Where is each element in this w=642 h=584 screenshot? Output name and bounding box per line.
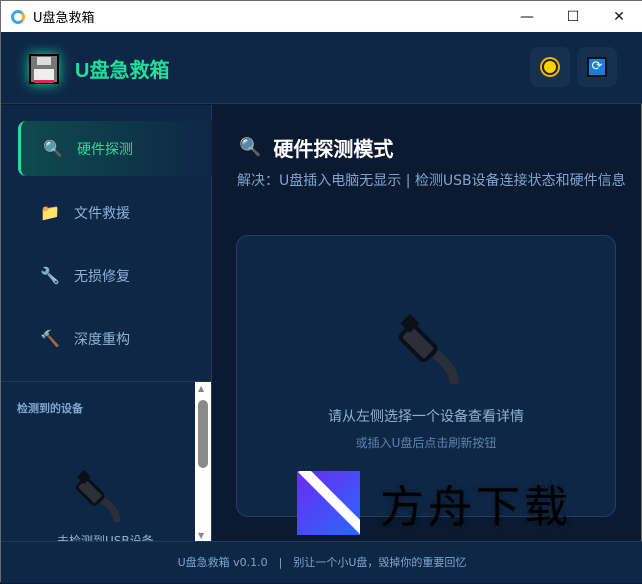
folder-icon: 📁	[40, 203, 60, 222]
sidebar-item-file-rescue[interactable]: 📁 文件救援	[18, 185, 212, 240]
theme-toggle-button[interactable]	[530, 47, 570, 87]
floppy-disk-icon	[29, 54, 59, 84]
refresh-icon: ⟳	[587, 57, 607, 77]
sidebar-item-deep-rebuild[interactable]: 🔨 深度重构	[18, 311, 212, 366]
watermark-logo-mark	[297, 471, 360, 535]
refresh-button[interactable]: ⟳	[577, 47, 617, 87]
page-subtitle: 解决：U盘插入电脑无显示 | 检测USB设备连接状态和硬件信息	[237, 173, 626, 189]
sidebar-item-lossless-repair[interactable]: 🔧 无损修复	[18, 248, 212, 303]
close-button[interactable]: ✕	[596, 1, 642, 32]
minimize-button[interactable]: —	[504, 1, 550, 32]
empty-state-hint: 或插入U盘后点击刷新按钮	[355, 436, 497, 450]
sidebar-item-hardware-detect[interactable]: 🔍 硬件探测	[18, 121, 212, 176]
hammer-icon: 🔨	[40, 329, 60, 348]
sun-icon	[542, 59, 558, 75]
title-bar: U盘急救箱 — ☐ ✕	[1, 1, 642, 32]
brand-title: U盘急救箱	[75, 60, 170, 82]
sidebar-item-label: 文件救援	[74, 205, 130, 222]
sidebar-item-label: 深度重构	[74, 331, 130, 348]
scroll-up-arrow-icon[interactable]: ▲	[198, 384, 204, 393]
empty-state-message: 请从左侧选择一个设备查看详情	[328, 409, 524, 425]
footer: U盘急救箱 v0.1.0 | 别让一个小U盘，毁掉你的重要回忆	[1, 541, 642, 583]
sidebar: 🔍 硬件探测 📁 文件救援 🔧 无损修复 🔨 深度重构 检测到的设备 未检测到U…	[1, 105, 212, 541]
device-list: 检测到的设备 未检测到USB设备 ▲ ▼	[1, 381, 211, 541]
wrench-icon: 🔧	[40, 266, 60, 285]
plug-icon	[75, 470, 121, 522]
plug-icon	[398, 314, 459, 384]
window-title: U盘急救箱	[33, 11, 95, 26]
magnifier-icon: 🔍	[239, 137, 262, 158]
watermark-text: 方舟下载	[380, 482, 572, 533]
devices-title: 检测到的设备	[17, 402, 83, 415]
sidebar-item-label: 无损修复	[74, 268, 130, 285]
device-list-scrollbar[interactable]: ▲ ▼	[195, 382, 211, 541]
scrollbar-thumb[interactable]	[198, 400, 208, 468]
app-icon	[11, 9, 25, 24]
scroll-down-arrow-icon[interactable]: ▼	[198, 531, 204, 540]
page-title: 🔍 硬件探测模式	[239, 133, 393, 162]
maximize-button[interactable]: ☐	[550, 1, 596, 32]
watermark-logo: 方舟下载	[297, 471, 572, 535]
devices-empty-text: 未检测到USB设备	[57, 534, 154, 541]
magnifier-icon: 🔍	[43, 139, 63, 158]
page-title-text: 硬件探测模式	[273, 137, 394, 161]
sidebar-item-label: 硬件探测	[77, 141, 133, 158]
app-header: U盘急救箱 ⟳	[1, 32, 642, 104]
